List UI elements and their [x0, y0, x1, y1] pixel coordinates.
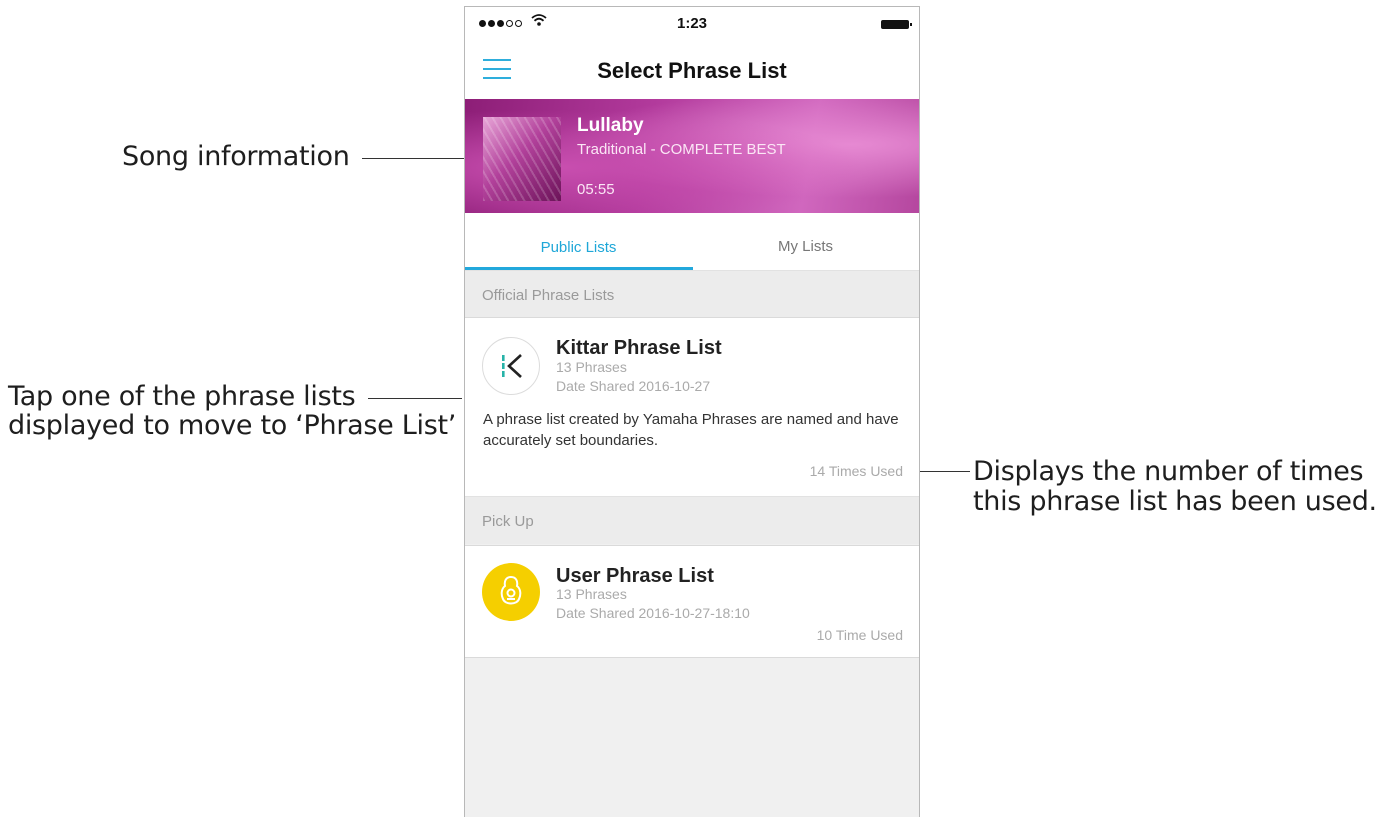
tap-phrase-list-leader — [368, 398, 462, 399]
card-title: Kittar Phrase List — [556, 337, 722, 359]
section-header-official: Official Phrase Lists — [465, 270, 919, 318]
song-duration: 05:55 — [577, 181, 615, 198]
phrase-list-card-kittar[interactable]: Kittar Phrase List 13 Phrases Date Share… — [465, 317, 919, 497]
section-header-official-label: Official Phrase Lists — [482, 287, 615, 304]
battery-icon — [881, 20, 912, 29]
song-information-leader — [362, 158, 470, 159]
phrase-list-card-user[interactable]: User Phrase List 13 Phrases Date Shared … — [465, 545, 919, 658]
navigation-bar: Select Phrase List — [465, 41, 919, 99]
page-title: Select Phrase List — [597, 58, 787, 83]
status-bar: 1:23 — [465, 7, 919, 41]
card-phrase-count: 13 Phrases — [556, 359, 627, 375]
tap-phrase-list-callout-line2: displayed to move to ‘Phrase List’ — [8, 410, 457, 441]
card-phrase-count: 13 Phrases — [556, 586, 627, 602]
times-used-callout-line2: this phrase list has been used. — [973, 486, 1377, 517]
card-date-shared: Date Shared 2016-10-27-18:10 — [556, 605, 750, 621]
card-title: User Phrase List — [556, 565, 714, 587]
tab-public-lists[interactable]: Public Lists — [465, 213, 692, 270]
times-used-callout-line1: Displays the number of times — [973, 456, 1364, 487]
tab-public-lists-label: Public Lists — [540, 239, 617, 256]
tap-phrase-list-callout-line1: Tap one of the phrase lists — [8, 381, 356, 412]
song-artist-album: Traditional - COMPLETE BEST — [577, 141, 786, 158]
song-information-banner: Lullaby Traditional - COMPLETE BEST 05:5… — [465, 99, 919, 213]
card-description: A phrase list created by Yamaha Phrases … — [483, 411, 899, 449]
status-time: 1:23 — [676, 15, 708, 32]
kittar-logo-icon — [482, 337, 540, 395]
section-header-pickup-label: Pick Up — [482, 513, 534, 530]
guitar-icon — [482, 563, 540, 621]
phone-screen: 1:23 Select Phrase List Lullaby Traditio… — [464, 6, 920, 817]
list-tabs: Public Lists My Lists — [465, 213, 919, 270]
card-times-used: 10 Time Used — [816, 627, 903, 643]
tab-my-lists-label: My Lists — [777, 238, 833, 255]
card-times-used: 14 Times Used — [809, 463, 903, 479]
album-art — [483, 117, 561, 201]
song-title: Lullaby — [577, 115, 644, 136]
card-date-shared: Date Shared 2016-10-27 — [556, 378, 711, 394]
tab-my-lists[interactable]: My Lists — [692, 213, 919, 270]
section-header-pickup: Pick Up — [465, 496, 919, 544]
song-information-callout: Song information — [122, 141, 350, 172]
